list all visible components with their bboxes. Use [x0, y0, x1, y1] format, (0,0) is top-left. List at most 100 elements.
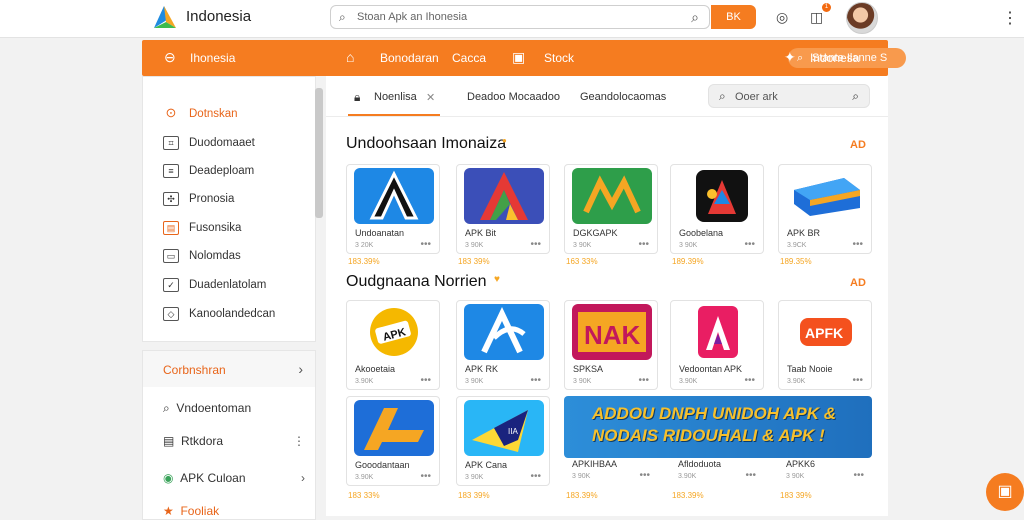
sidebar-item-3[interactable]: ✣ Pronosia	[163, 192, 234, 210]
app-meta: 3.90K	[679, 378, 698, 385]
sidebar-item-2[interactable]: ≡ Deadeploam	[163, 164, 254, 182]
more-icon[interactable]: •••	[639, 470, 650, 481]
more-icon[interactable]: •••	[530, 239, 541, 250]
sidebar-item-label: Fusonsika	[189, 222, 242, 235]
search-button[interactable]: BK	[711, 5, 756, 29]
search-input[interactable]: ⌕ Stoan Apk an Ihonesia ⌕	[330, 5, 710, 29]
tab-2[interactable]: Geandolocaomas	[580, 91, 666, 103]
app-card[interactable]: Gooodantaan 3.90K •••	[346, 396, 440, 486]
app-name: SPKSA	[573, 364, 604, 374]
app-card[interactable]: NAK SPKSA 3 90K •••	[564, 300, 658, 390]
app-icon: APK	[354, 304, 434, 360]
sidebar-secondary: Corbnshran › ⌕ Vndoentoman ▤ Rtkdora ⋮ ◉…	[142, 350, 316, 520]
nav-item-2[interactable]: Cacca	[452, 51, 486, 65]
svg-text:IIA: IIA	[508, 427, 518, 436]
brand-name[interactable]: Indonesia	[186, 8, 251, 25]
app-card[interactable]: Goobelana 3 90K •••	[670, 164, 764, 254]
home-icon[interactable]: ⌂	[346, 49, 354, 65]
app-card[interactable]: APK Bit 3 90K •••	[456, 164, 550, 254]
more-icon[interactable]: •••	[852, 239, 863, 250]
more-icon[interactable]: •••	[852, 375, 863, 386]
sidebar-item-6[interactable]: ✓ Duadenlatolam	[163, 278, 266, 296]
sidebar-item-4[interactable]: ▤ Fusonsika	[163, 221, 241, 239]
chat-icon: ▣	[997, 483, 1013, 500]
sidebar-item-label: Duodomaaet	[189, 137, 255, 150]
more-icon[interactable]: ⋮	[293, 434, 305, 448]
chevron-right-icon: ›	[298, 361, 303, 377]
app-price: 183.39%	[566, 491, 598, 500]
sidebar-scrollbar[interactable]	[315, 88, 323, 218]
nav-item-1[interactable]: Bonodaran	[380, 51, 439, 65]
sidebar-item-1[interactable]: ⌗ Duodomaaet	[163, 136, 255, 154]
sidebar2-row-1[interactable]: ▤ Rtkdora ⋮	[163, 434, 313, 448]
tag-icon: ◇	[163, 307, 179, 321]
app-name: Afldoduota	[678, 459, 722, 469]
tab-1[interactable]: Deadoo Mocaadoo	[467, 91, 560, 103]
sidebar-secondary-header[interactable]: Corbnshran ›	[143, 351, 315, 387]
kebab-icon[interactable]: ⋮	[1002, 8, 1018, 28]
more-icon[interactable]: •••	[744, 375, 755, 386]
tab-0[interactable]: Noenlisa	[374, 91, 417, 103]
app-card[interactable]: IIA APK Cana 3 90K •••	[456, 396, 550, 486]
gift-icon: ✦	[784, 49, 796, 65]
close-icon[interactable]: ✕	[426, 91, 435, 104]
chevron-right-icon[interactable]: ›	[301, 471, 305, 485]
sidebar-item-label: Pronosia	[189, 193, 235, 206]
more-icon[interactable]: •••	[420, 471, 431, 482]
box-icon: ▣	[512, 49, 526, 65]
sidebar-item-7[interactable]: ◇ Kanoolandedcan	[163, 307, 275, 325]
check-icon: ✓	[163, 278, 179, 292]
app-meta: 3 90K	[573, 242, 592, 249]
app-price: 183 39%	[458, 491, 490, 500]
chat-fab-button[interactable]: ▣	[986, 473, 1024, 511]
app-card[interactable]: APK BR 3.9CK •••	[778, 164, 872, 254]
app-card[interactable]: APFK Taab Nooie 3.90K •••	[778, 300, 872, 390]
app-icon	[786, 168, 866, 224]
more-icon[interactable]: •••	[853, 470, 864, 481]
app-price: 183.39%	[348, 257, 380, 266]
search-icon: ⌕	[339, 10, 346, 24]
promo-banner[interactable]: ADDOU DNPH UNIDOH APK & NODAIS RIDOUHALI…	[564, 396, 872, 458]
main-search-input[interactable]: ⌕ Ooer ark ⌕	[708, 84, 870, 108]
more-icon[interactable]: •••	[530, 471, 541, 482]
app-card[interactable]: APK Akooetaia 3.90K •••	[346, 300, 440, 390]
more-icon[interactable]: •••	[420, 239, 431, 250]
sidebar2-row-3[interactable]: ★ Fooliak	[163, 504, 313, 518]
camera-icon[interactable]: ◎	[776, 9, 788, 26]
archive-icon: ▤	[163, 434, 175, 448]
sidebar-item-label: Kanoolandedcan	[189, 308, 276, 321]
sidebar-item-5[interactable]: ▭ Nolomdas	[163, 249, 241, 267]
avatar[interactable]	[846, 2, 878, 34]
sidebar2-row-label: APK Culoan	[180, 471, 246, 485]
search-icon[interactable]: ⌕	[852, 89, 859, 104]
ad-label: AD	[850, 277, 866, 289]
nav-left-label[interactable]: Ihonesia	[190, 51, 235, 65]
more-icon[interactable]: •••	[638, 375, 649, 386]
more-icon[interactable]: •••	[638, 239, 649, 250]
sidebar-item-0[interactable]: ⊙ Dotnskan	[163, 106, 238, 125]
app-card[interactable]: Undoanatan 3 20K •••	[346, 164, 440, 254]
notification-icon[interactable]: ◫	[810, 9, 823, 26]
sidebar2-row-0[interactable]: ⌕ Vndoentoman	[163, 401, 313, 416]
more-icon[interactable]: •••	[420, 375, 431, 386]
app-card[interactable]: APK RK 3 90K •••	[456, 300, 550, 390]
logo-icon[interactable]	[150, 4, 180, 30]
app-name: Gooodantaan	[355, 460, 410, 470]
sidebar2-row-2[interactable]: ◉ APK Culoan ›	[163, 471, 313, 485]
search-icon[interactable]: ⌕	[691, 9, 699, 26]
app-card[interactable]: Vedoontan APK 3.90K •••	[670, 300, 764, 390]
more-icon[interactable]: •••	[530, 375, 541, 386]
app-icon	[572, 168, 652, 224]
app-name: Vedoontan APK	[679, 364, 743, 374]
app-meta: 3 90K	[465, 378, 484, 385]
app-meta: 3 20K	[355, 242, 374, 249]
app-icon	[464, 168, 544, 224]
star-icon: ★	[163, 504, 174, 518]
more-icon[interactable]: •••	[745, 470, 756, 481]
app-name: APK BR	[787, 228, 821, 238]
app-price: 183.39%	[672, 491, 704, 500]
app-card[interactable]: DGKGAPK 3 90K •••	[564, 164, 658, 254]
nav-right-label[interactable]: Indonesa	[810, 51, 859, 65]
more-icon[interactable]: •••	[744, 239, 755, 250]
nav-item-3[interactable]: Stock	[544, 51, 574, 65]
